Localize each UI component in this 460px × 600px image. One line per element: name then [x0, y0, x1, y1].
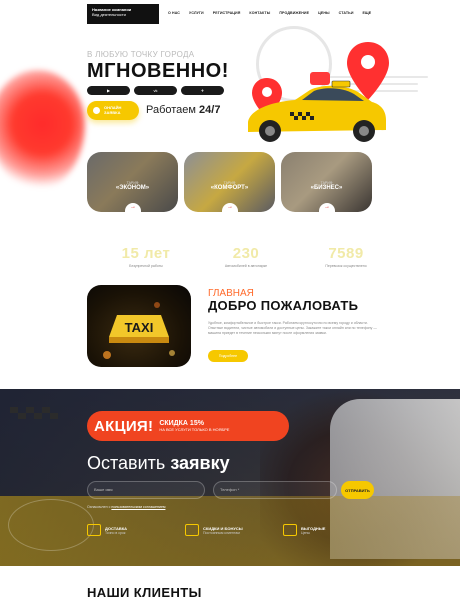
nav-item-promotion[interactable]: ПРОДВИЖЕНИЕ: [279, 11, 309, 15]
nav-item-contacts[interactable]: КОНТАКТЫ: [249, 11, 270, 15]
car-icon: [87, 524, 101, 536]
stat-rides: 7589 Перевозок осуществлено: [296, 245, 396, 268]
nav-item-more[interactable]: ЕЩЕ: [363, 11, 372, 15]
request-heading: Оставить заявку: [87, 453, 230, 474]
discount-icon: [185, 524, 199, 536]
vk-icon: vk: [153, 88, 158, 93]
checker-pattern: [10, 407, 58, 419]
phone-icon: [93, 107, 100, 114]
red-location-pin-blur: [0, 70, 85, 190]
online-order-label: ОНЛАЙН ЗАЯВКА: [103, 105, 122, 115]
stat-number: 230: [232, 245, 260, 262]
online-order-button[interactable]: ОНЛАЙН ЗАЯВКА: [87, 101, 139, 120]
stat-years: 15 лет Безупречной работы: [96, 245, 196, 268]
working-hours-prefix: Работаем: [146, 104, 196, 116]
youtube-button[interactable]: ▶: [87, 86, 130, 95]
welcome-title: ДОБРО ПОЖАЛОВАТЬ: [208, 298, 359, 313]
welcome-text: Удобное, комфортабельное и быстрое такси…: [208, 321, 377, 335]
tariff-name: «КОМФОРТ»: [210, 185, 249, 191]
taxi-car-illustration: [248, 42, 389, 142]
social-links: ▶ vk ✈: [87, 86, 224, 95]
consent-text: Ознакомлен с пользовательским соглашение…: [87, 505, 165, 509]
tariff-card-comfort[interactable]: ТАРИФ «КОМФОРТ» →: [184, 152, 275, 212]
main-nav: О НАС УСЛУГИ РЕГИСТРАЦИЯ КОНТАКТЫ ПРОДВИ…: [168, 11, 371, 15]
stat-caption: Автомобилей в автопарке: [224, 264, 268, 268]
feature-sub: Цены: [301, 530, 310, 535]
feature-prices: ВЫГОДНЫЕ Цены: [283, 524, 381, 536]
nav-item-services[interactable]: УСЛУГИ: [189, 11, 204, 15]
arrow-right-icon[interactable]: →: [125, 203, 141, 212]
phone-input[interactable]: Телефон *: [213, 481, 337, 499]
chat-bubble-icon: [310, 72, 330, 85]
request-heading-light: Оставить: [87, 453, 166, 473]
arrow-right-icon[interactable]: →: [319, 203, 335, 212]
tariff-cards: ТАРИФ «ЭКОНОМ» → ТАРИФ «КОМФОРТ» → ТАРИФ «Б…: [87, 152, 372, 212]
consent-prefix: Ознакомлен с: [87, 505, 111, 509]
working-hours-value: 24/7: [199, 104, 221, 116]
stat-cars: 230 Автомобилей в автопарке: [196, 245, 296, 268]
taxi-sign-photo: TAXI: [87, 285, 191, 367]
stat-number: 15 лет: [121, 245, 171, 262]
stat-number: 7589: [328, 245, 364, 262]
vk-button[interactable]: vk: [134, 86, 177, 95]
taxi-sign-text: TAXI: [125, 320, 154, 335]
arrow-right-icon[interactable]: →: [222, 203, 238, 212]
tariff-card-business[interactable]: ТАРИФ «БИЗНЕС» →: [281, 152, 372, 212]
logo[interactable]: Название компании Вид деятельности: [87, 4, 159, 24]
nav-item-articles[interactable]: СТАТЬИ: [339, 11, 354, 15]
feature-sub: Постоянным клиентам: [203, 530, 240, 535]
promo-badge-title: АКЦИЯ!: [94, 417, 154, 435]
tariff-name: «БИЗНЕС»: [310, 185, 343, 191]
wallet-icon: [283, 524, 297, 536]
stats: 15 лет Безупречной работы 230 Автомобиле…: [96, 245, 396, 268]
send-button[interactable]: ОТПРАВИТЬ: [341, 481, 374, 499]
tariff-card-economy[interactable]: ТАРИФ «ЭКОНОМ» →: [87, 152, 178, 212]
clients-title: НАШИ КЛИЕНТЫ: [87, 585, 202, 600]
stat-caption: Безупречной работы: [129, 264, 163, 268]
nav-item-registration[interactable]: РЕГИСТРАЦИЯ: [213, 11, 241, 15]
feature-title: СКИДКИ И БОНУСЫ: [203, 525, 243, 531]
user-agreement-link[interactable]: пользовательским соглашением: [111, 505, 165, 509]
feature-delivery: ДОСТАВКА Точно в срок: [87, 524, 185, 536]
nav-item-about[interactable]: О НАС: [168, 11, 180, 15]
feature-title: ДОСТАВКА: [105, 525, 128, 531]
feature-title: ВЫГОДНЫЕ: [301, 525, 326, 531]
page: Название компании Вид деятельности О НАС…: [0, 0, 460, 600]
name-input[interactable]: Ваше имя: [87, 481, 205, 499]
promo-condition: НА ВСЕ УСЛУГИ ТОЛЬКО В НОЯБРЕ: [159, 427, 230, 432]
features: ДОСТАВКА Точно в срок СКИДКИ И БОНУСЫ Пост…: [87, 524, 381, 536]
more-button[interactable]: Подробнее: [208, 350, 248, 362]
hero-subtitle: В ЛЮБУЮ ТОЧКУ ГОРОДА: [87, 50, 195, 59]
promo-section: АКЦИЯ! СКИДКА 15% НА ВСЕ УСЛУГИ ТОЛЬКО В…: [0, 389, 460, 566]
telegram-icon: ✈: [200, 88, 205, 93]
telegram-button[interactable]: ✈: [181, 86, 224, 95]
nav-item-prices[interactable]: ЦЕНЫ: [318, 11, 330, 15]
tariff-name: «ЭКОНОМ»: [115, 185, 150, 191]
stat-caption: Перевозок осуществлено: [325, 264, 367, 268]
promo-badge: АКЦИЯ! СКИДКА 15% НА ВСЕ УСЛУГИ ТОЛЬКО В…: [87, 411, 289, 441]
youtube-icon: ▶: [106, 88, 111, 93]
feature-sub: Точно в срок: [105, 530, 126, 535]
feature-discounts: СКИДКИ И БОНУСЫ Постоянным клиентам: [185, 524, 283, 536]
hero-title: МГНОВЕННО!: [87, 60, 229, 82]
request-heading-bold: заявку: [170, 453, 230, 473]
working-hours: Работаем 24/7: [146, 104, 220, 116]
promo-discount: СКИДКА 15%: [159, 420, 204, 427]
logo-activity: Вид деятельности: [92, 12, 126, 17]
